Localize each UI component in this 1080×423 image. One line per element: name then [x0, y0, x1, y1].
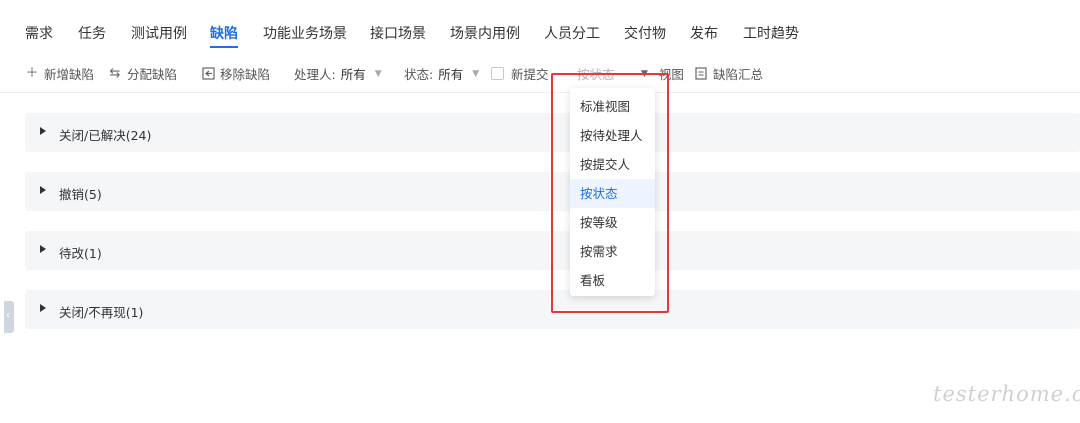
view-mode-value: 按状态	[577, 67, 615, 82]
new-submit-checkbox[interactable]: 新提交	[491, 64, 549, 83]
toolbar: ＋ 新增缺陷 ⇆ 分配缺陷 移除缺陷 处理人: 所有 ▼ 状态: 所有 ▼ 新提…	[0, 58, 1080, 88]
dropdown-item-by-requirement[interactable]: 按需求	[570, 237, 655, 266]
caret-right-icon	[40, 186, 46, 194]
tab-functional-scenarios[interactable]: 功能业务场景	[263, 23, 347, 43]
view-mode-select[interactable]: 按状态	[577, 64, 615, 83]
handler-filter-value: 所有	[340, 67, 366, 82]
view-label: 视图	[658, 67, 684, 82]
top-tab-bar: 需求 任务 测试用例 缺陷 功能业务场景 接口场景 场景内用例 人员分工 交付物…	[0, 0, 1080, 50]
caret-right-icon	[40, 245, 46, 253]
view-mode-dropdown: 标准视图 按待处理人 按提交人 按状态 按等级 按需求 看板	[570, 88, 655, 296]
active-tab-indicator	[210, 46, 238, 48]
watermark: testerhome.com	[933, 382, 1080, 406]
dropdown-item-by-pending-handler[interactable]: 按待处理人	[570, 121, 655, 150]
bug-summary-button[interactable]: 缺陷汇总	[694, 64, 763, 83]
tab-tasks[interactable]: 任务	[78, 23, 106, 43]
group-cancelled[interactable]: 撤销(5)	[25, 172, 1080, 211]
remove-bug-label: 移除缺陷	[220, 67, 271, 82]
chevron-down-icon: ▼	[641, 68, 648, 79]
assign-bug-label: 分配缺陷	[127, 67, 178, 82]
chevron-left-icon: ‹	[6, 310, 10, 321]
dropdown-item-by-level[interactable]: 按等级	[570, 208, 655, 237]
group-closed-not-reproducible[interactable]: 关闭/不再现(1)	[25, 290, 1080, 329]
remove-icon	[201, 66, 215, 81]
document-icon	[694, 66, 708, 81]
tab-deliverables[interactable]: 交付物	[624, 23, 666, 43]
group-label: 关闭/已解决(24)	[59, 128, 152, 143]
chevron-down-icon: ▼	[374, 68, 382, 79]
group-label: 关闭/不再现(1)	[59, 305, 144, 320]
add-bug-label: 新增缺陷	[44, 67, 95, 82]
tab-requirements[interactable]: 需求	[25, 23, 53, 43]
handler-filter-label: 处理人:	[294, 67, 336, 82]
dropdown-item-kanban[interactable]: 看板	[570, 266, 655, 295]
tab-scenario-cases[interactable]: 场景内用例	[450, 23, 520, 43]
chevron-down-icon: ▼	[472, 68, 480, 79]
caret-right-icon	[40, 127, 46, 135]
tab-staffing[interactable]: 人员分工	[544, 23, 600, 43]
caret-right-icon	[40, 304, 46, 312]
swap-icon: ⇆	[109, 65, 121, 81]
dropdown-item-by-submitter[interactable]: 按提交人	[570, 150, 655, 179]
dropdown-item-standard-view[interactable]: 标准视图	[570, 92, 655, 121]
view-dropdown-toggle[interactable]: ▼ 视图	[637, 64, 684, 83]
tab-api-scenarios[interactable]: 接口场景	[370, 23, 426, 43]
remove-bug-button[interactable]: 移除缺陷	[201, 64, 270, 83]
tab-test-cases[interactable]: 测试用例	[131, 23, 187, 43]
group-label: 撤销(5)	[59, 187, 102, 202]
status-filter[interactable]: 状态: 所有 ▼	[404, 64, 479, 83]
plus-icon: ＋	[25, 65, 39, 81]
tab-release[interactable]: 发布	[690, 23, 718, 43]
sidebar-collapse-handle[interactable]: ‹	[4, 301, 14, 333]
bug-summary-label: 缺陷汇总	[713, 67, 764, 82]
assign-bug-button[interactable]: ⇆ 分配缺陷	[108, 64, 177, 83]
toolbar-divider	[0, 92, 1080, 93]
add-bug-button[interactable]: ＋ 新增缺陷	[25, 64, 94, 83]
dropdown-item-by-status[interactable]: 按状态	[570, 179, 655, 208]
status-filter-label: 状态:	[404, 67, 434, 82]
checkbox-box[interactable]	[491, 67, 504, 80]
handler-filter[interactable]: 处理人: 所有 ▼	[294, 64, 382, 83]
group-label: 待改(1)	[59, 246, 102, 261]
status-filter-value: 所有	[438, 67, 464, 82]
tab-work-hours-trend[interactable]: 工时趋势	[743, 23, 799, 43]
tab-bugs[interactable]: 缺陷	[210, 23, 238, 43]
group-closed-resolved[interactable]: 关闭/已解决(24)	[25, 113, 1080, 152]
new-submit-label: 新提交	[511, 67, 549, 82]
group-to-fix[interactable]: 待改(1)	[25, 231, 1080, 270]
